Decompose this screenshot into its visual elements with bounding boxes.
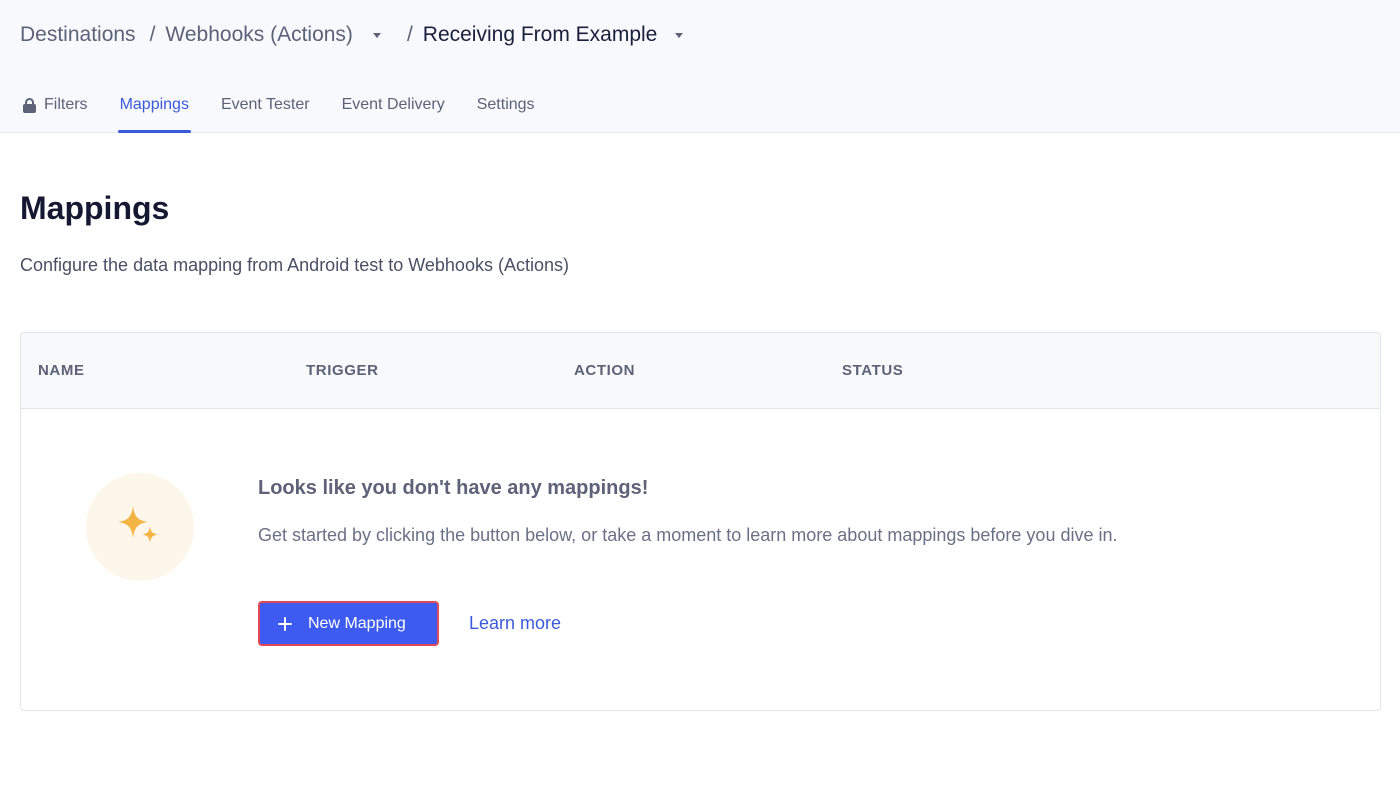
learn-more-link[interactable]: Learn more: [469, 613, 561, 634]
tab-event-delivery[interactable]: Event Delivery: [340, 88, 447, 132]
breadcrumb-separator: /: [149, 23, 156, 46]
tab-label: Event Delivery: [341, 96, 445, 113]
sparkles-icon: [86, 473, 194, 581]
caret-down-icon[interactable]: [372, 32, 381, 38]
breadcrumb-current-source[interactable]: Receiving From Example: [423, 23, 658, 47]
new-mapping-label: New Mapping: [308, 614, 406, 632]
breadcrumb-webhooks[interactable]: Webhooks (Actions): [165, 23, 353, 47]
tab-filters[interactable]: Filters: [20, 88, 90, 132]
new-mapping-button[interactable]: New Mapping: [258, 601, 439, 646]
top-header: Destinations / Webhooks (Actions) / Rece…: [0, 0, 1400, 133]
tab-label: Settings: [476, 96, 535, 113]
breadcrumb: Destinations / Webhooks (Actions) / Rece…: [20, 20, 695, 50]
plus-icon: [278, 616, 292, 631]
lock-icon: [22, 88, 38, 122]
column-header-trigger[interactable]: TRIGGER: [306, 362, 379, 379]
column-header-status[interactable]: STATUS: [842, 362, 903, 379]
tab-label: Mappings: [119, 96, 189, 113]
column-header-action[interactable]: ACTION: [574, 362, 635, 379]
page-subtitle: Configure the data mapping from Android …: [20, 255, 569, 275]
page-title: Mappings: [20, 190, 170, 226]
mappings-table: NAME TRIGGER ACTION STATUS Looks like yo…: [20, 332, 1381, 711]
tab-event-tester[interactable]: Event Tester: [219, 88, 312, 132]
empty-state-title: Looks like you don't have any mappings!: [258, 477, 649, 499]
tab-settings[interactable]: Settings: [475, 88, 537, 132]
empty-state-description: Get started by clicking the button below…: [258, 525, 1118, 545]
breadcrumb-separator: /: [406, 23, 413, 46]
tab-mappings[interactable]: Mappings: [117, 88, 192, 133]
tab-label: Filters: [44, 96, 88, 113]
column-header-name[interactable]: NAME: [38, 362, 85, 379]
tab-bar: Filters Mappings Event Tester Event Deli…: [20, 88, 565, 133]
caret-down-icon[interactable]: [675, 32, 684, 38]
tab-label: Event Tester: [220, 96, 310, 113]
table-header: NAME TRIGGER ACTION STATUS: [21, 333, 1380, 409]
breadcrumb-destinations[interactable]: Destinations: [20, 23, 136, 47]
